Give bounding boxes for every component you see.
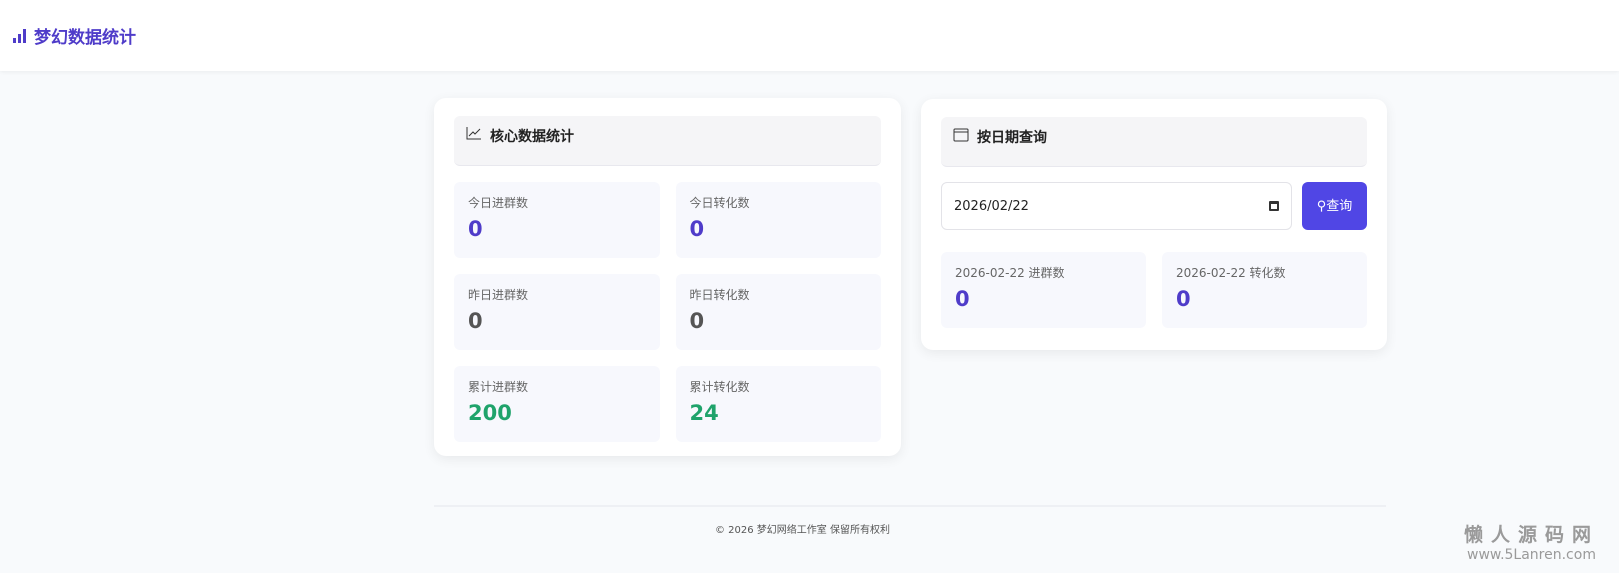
stat-date-joins: 2026-02-22 进群数 0	[941, 252, 1146, 328]
stat-value: 200	[468, 401, 512, 425]
card-header: 按日期查询	[941, 117, 1367, 167]
watermark: 懒人源码网 www.5Lanren.com	[1464, 520, 1599, 563]
card-title: 核心数据统计	[490, 129, 574, 145]
stat-value: 0	[689, 217, 705, 241]
stat-label: 2026-02-22 进群数	[955, 266, 1065, 280]
brand-title: 梦幻数据统计	[34, 28, 136, 48]
date-query-card: 按日期查询 2026/02/22 ⚲查询 2026-02-22 进群数 0 202…	[921, 99, 1387, 350]
calendar-picker-icon[interactable]	[1269, 201, 1279, 211]
stat-today-joins: 今日进群数 0	[454, 182, 660, 258]
watermark-url: www.5Lanren.com	[1467, 547, 1596, 563]
stat-yesterday-joins: 昨日进群数 0	[454, 274, 660, 350]
stat-value: 0	[955, 287, 970, 311]
footer-divider	[434, 505, 1386, 507]
stat-value: 24	[689, 401, 719, 425]
stat-label: 今日进群数	[468, 196, 529, 210]
query-button[interactable]: ⚲查询	[1302, 182, 1367, 230]
line-chart-icon	[466, 127, 481, 140]
calendar-icon	[953, 128, 969, 142]
search-icon: ⚲	[1316, 198, 1327, 213]
stat-value: 0	[468, 309, 483, 333]
stat-yesterday-conversions: 昨日转化数 0	[675, 274, 881, 350]
brand[interactable]: 梦幻数据统计	[13, 23, 136, 48]
bar-chart-icon	[13, 28, 26, 43]
footer-copyright: © 2026 梦幻网络工作室 保留所有权利	[715, 525, 890, 536]
stat-value: 0	[689, 309, 705, 333]
stat-label: 2026-02-22 转化数	[1176, 266, 1286, 280]
stat-value: 0	[1176, 287, 1191, 311]
stat-label: 累计进群数	[468, 380, 529, 394]
date-input[interactable]: 2026/02/22	[941, 182, 1292, 230]
stat-label: 昨日进群数	[468, 288, 529, 302]
core-stats-card: 核心数据统计 今日进群数 0 今日转化数 0 昨日进群数 0 昨日转化数 0 累计进群数…	[434, 98, 901, 456]
stat-today-conversions: 今日转化数 0	[675, 182, 881, 258]
stat-date-conversions: 2026-02-22 转化数 0	[1162, 252, 1367, 328]
query-button-label: 查询	[1326, 198, 1353, 213]
card-header: 核心数据统计	[454, 116, 881, 166]
stat-label: 今日转化数	[689, 196, 750, 210]
date-value: 2026/02/22	[954, 198, 1029, 214]
top-header: 梦幻数据统计	[0, 0, 1619, 71]
stat-label: 昨日转化数	[689, 288, 750, 302]
card-title: 按日期查询	[977, 130, 1047, 146]
stat-total-conversions: 累计转化数 24	[675, 366, 881, 442]
stat-label: 累计转化数	[689, 380, 750, 394]
stat-value: 0	[468, 217, 483, 241]
watermark-title: 懒人源码网	[1463, 524, 1599, 546]
stat-total-joins: 累计进群数 200	[454, 366, 660, 442]
